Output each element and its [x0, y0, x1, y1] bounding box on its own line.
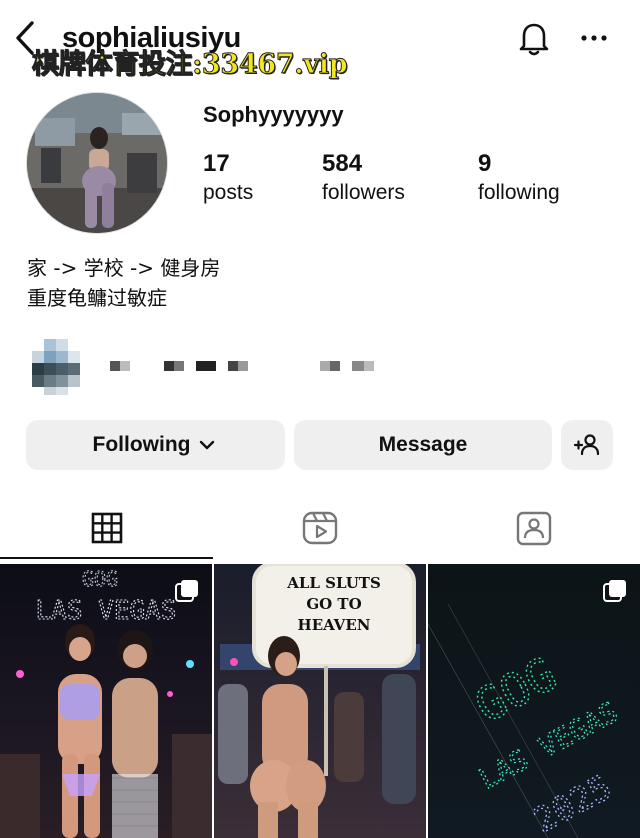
- profile-tabs: [0, 495, 640, 563]
- posts-stat[interactable]: 17 posts: [203, 150, 253, 205]
- chevron-down-icon: [200, 440, 215, 450]
- tab-tagged[interactable]: [427, 495, 640, 561]
- following-button[interactable]: Following: [26, 420, 285, 470]
- overlay-text: LAS VEGAS: [36, 596, 177, 626]
- profile-avatar[interactable]: [26, 92, 168, 234]
- tab-posts-grid[interactable]: [0, 495, 213, 561]
- sign-text-line: HEAVEN: [298, 616, 371, 634]
- suggest-people-button[interactable]: [561, 420, 613, 470]
- svg-text:GOG: GOG: [82, 567, 118, 591]
- posts-count: 17: [203, 150, 230, 177]
- message-button-label: Message: [378, 433, 468, 456]
- following-button-label: Following: [92, 433, 191, 456]
- pixelated-censor: [32, 339, 374, 395]
- post-thumbnail[interactable]: GOG LAS VEGAS 2025: [428, 564, 640, 838]
- tagged-icon: [516, 511, 551, 546]
- followers-stat[interactable]: 584 followers: [322, 150, 405, 205]
- avatar-photo: [27, 93, 167, 233]
- post-thumbnail[interactable]: GOG LAS VEGAS: [0, 564, 212, 838]
- followers-count: 584: [322, 150, 363, 177]
- watermark-overlay: 棋牌体育投注:33467.vip: [31, 49, 348, 81]
- followers-label: followers: [322, 181, 405, 204]
- post-image: GOG LAS VEGAS 2025: [428, 564, 640, 838]
- following-count: 9: [478, 150, 492, 177]
- multiple-photos-icon: [175, 580, 198, 602]
- post-image: GOG LAS VEGAS: [0, 564, 212, 838]
- pixelated-link[interactable]: [30, 337, 430, 397]
- sign-text-line: ALL SLUTS: [286, 574, 381, 592]
- grid-icon: [91, 512, 122, 544]
- add-person-icon: [573, 434, 600, 456]
- bio-line: 重度龟鳙过敏症: [27, 286, 167, 310]
- more-options-icon[interactable]: [576, 20, 612, 56]
- following-label: following: [478, 181, 560, 204]
- post-thumbnail[interactable]: ALL SLUTS GO TO HEAVEN: [214, 564, 426, 838]
- reels-icon: [302, 511, 338, 545]
- profile-bio: 家 -> 学校 -> 健身房 重度龟鳙过敏症: [27, 253, 220, 313]
- following-stat[interactable]: 9 following: [478, 150, 560, 205]
- message-button[interactable]: Message: [294, 420, 552, 470]
- multiple-photos-icon: [603, 580, 626, 602]
- top-bar: sophialiusiyu 棋牌体育投注:33467.vip: [0, 0, 640, 81]
- sign-text-line: GO TO: [306, 595, 361, 613]
- post-image: ALL SLUTS GO TO HEAVEN: [214, 564, 426, 838]
- posts-grid: GOG LAS VEGAS ALL SLUTS GO TO HEAVEN GOG…: [0, 564, 640, 838]
- active-tab-indicator: [0, 557, 213, 559]
- posts-label: posts: [203, 181, 254, 204]
- notification-bell-icon[interactable]: [514, 18, 554, 58]
- display-name: Sophyyyyyyy: [203, 102, 344, 127]
- tab-reels[interactable]: [213, 495, 427, 561]
- bio-line: 家 -> 学校 -> 健身房: [27, 256, 221, 280]
